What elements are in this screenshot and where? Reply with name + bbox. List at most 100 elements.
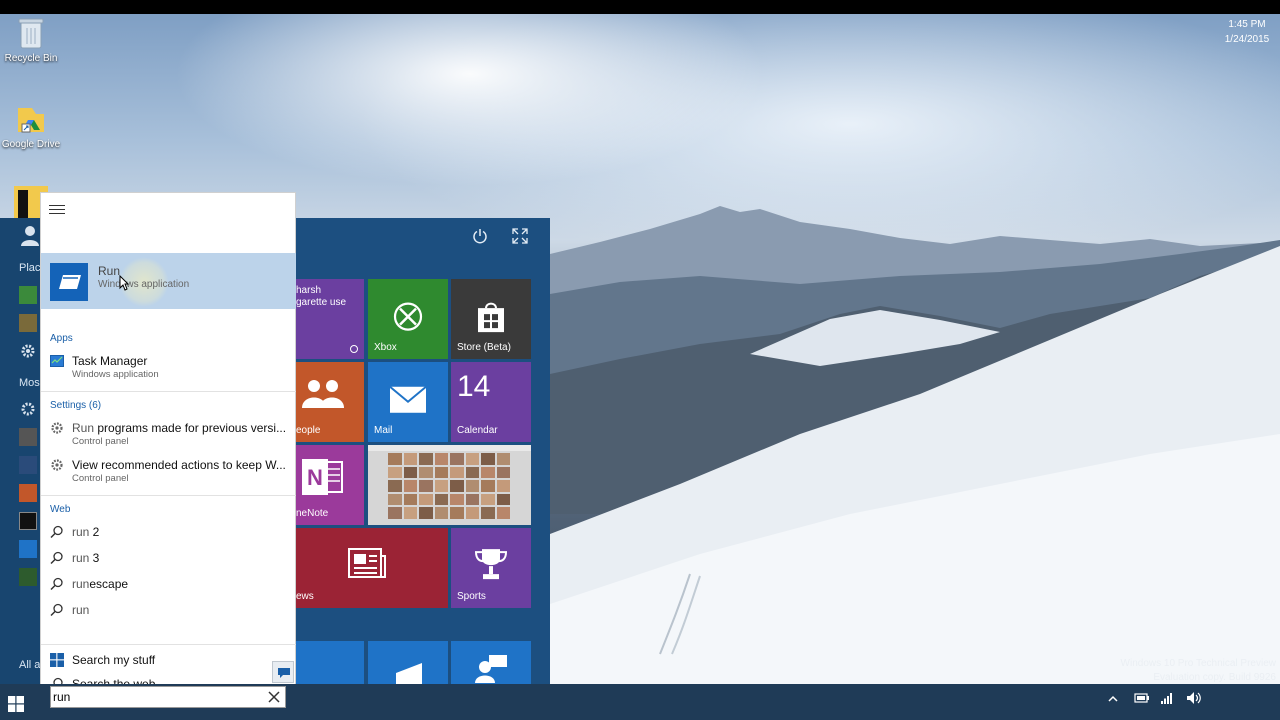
tile-live-text[interactable]: harsh garette use (296, 279, 364, 359)
user-avatar-icon[interactable] (20, 224, 40, 246)
most-used-gear-icon[interactable] (19, 400, 37, 418)
search-results-panel: Run Windows application Apps Task Manage… (40, 192, 296, 691)
tile-xbox[interactable]: Xbox (368, 279, 448, 359)
most-used-item-icon[interactable] (19, 568, 37, 586)
settings-section-header: Settings (6) (50, 400, 102, 411)
tile-onenote-label: neNote (296, 508, 329, 519)
tile-live-text-line1: harsh (296, 285, 322, 296)
setting-1-title-bold: Run (72, 421, 95, 435)
people-icon (302, 380, 344, 408)
taskbar-clock-date[interactable]: 1/24/2015 (1222, 34, 1272, 45)
web-result-run-2[interactable]: run 2 (41, 520, 296, 544)
tile-news[interactable]: ews (296, 528, 448, 608)
clear-search-icon[interactable] (267, 690, 281, 704)
top-letterbox (0, 0, 1280, 14)
tile-xbox-label: Xbox (374, 342, 397, 353)
start-button-icon[interactable] (8, 696, 24, 712)
partial-icon-shape (18, 190, 28, 218)
tile-store-label: Store (Beta) (457, 342, 511, 353)
tile-sports[interactable]: Sports (451, 528, 531, 608)
tile-mail-label: Mail (374, 425, 393, 436)
svg-text:N: N (307, 465, 323, 490)
screen: Recycle Bin Google Drive Plac Mos All a (0, 14, 1280, 720)
tile-bottom-2[interactable] (368, 641, 448, 684)
search-my-stuff-label: Search my stuff (72, 653, 156, 667)
all-apps-label[interactable]: All a (19, 659, 40, 671)
photos-titlebar (368, 445, 531, 451)
tile-calendar[interactable]: 14 Calendar (451, 362, 531, 442)
most-used-item-icon[interactable] (19, 540, 37, 558)
setting-1-title-rest: programs made for previous versi... (94, 421, 287, 435)
onenote-icon: N (302, 459, 343, 495)
search-input[interactable] (53, 689, 253, 705)
most-used-item-icon[interactable] (19, 484, 37, 502)
app-result-task-manager[interactable]: Task Manager Windows application (41, 349, 296, 385)
places-label: Plac (19, 262, 41, 274)
places-item-icon[interactable] (19, 314, 37, 332)
expand-icon[interactable] (512, 228, 528, 244)
setting-result-view-recommended[interactable]: View recommended actions to keep W... Co… (41, 453, 296, 489)
web-2-prefix: run (72, 551, 90, 565)
setting-result-run-programs[interactable]: Run programs made for previous versi... … (41, 416, 296, 452)
web-result-run-3[interactable]: run 3 (41, 546, 296, 570)
best-match-run[interactable]: Run Windows application (41, 253, 296, 309)
task-manager-title: Task Manager (72, 354, 148, 368)
search-icon (50, 577, 63, 591)
tile-mail[interactable]: Mail (368, 362, 448, 442)
taskbar-clock-time[interactable]: 1:45 PM (1222, 19, 1272, 30)
photo-grid (388, 453, 510, 519)
tile-news-label: ews (296, 591, 314, 602)
most-used-label: Mos (19, 377, 40, 389)
feedback-button[interactable] (272, 661, 294, 683)
most-used-item-icon[interactable] (19, 428, 37, 446)
tile-bottom-3[interactable] (451, 641, 531, 684)
tile-people[interactable]: eople (296, 362, 364, 442)
taskbar-search-box[interactable] (50, 686, 286, 708)
watermark-line-1: Windows 10 Pro Technical Preview (1120, 658, 1276, 669)
show-hidden-icons-chevron-up-icon[interactable] (1108, 694, 1118, 704)
setting-2-title: View recommended actions to keep W... (72, 458, 286, 472)
hamburger-menu-icon[interactable] (49, 205, 65, 215)
recycle-bin-label: Recycle Bin (4, 53, 58, 64)
settings-gear-icon[interactable] (19, 342, 37, 360)
feedback-icon (475, 655, 507, 683)
calendar-day-number: 14 (457, 370, 491, 403)
places-item-icon[interactable] (19, 286, 37, 304)
recycle-bin-icon (18, 18, 44, 49)
web-1-prefix: run (72, 525, 90, 539)
best-match-subtitle: Windows application (98, 279, 190, 290)
task-manager-subtitle: Windows application (72, 369, 159, 380)
tile-photos[interactable] (368, 445, 531, 525)
web-1-suffix: 2 (89, 525, 100, 539)
apps-section-header: Apps (50, 333, 73, 344)
volume-icon[interactable] (1186, 691, 1202, 705)
search-icon (50, 551, 63, 565)
divider (41, 495, 296, 496)
mail-envelope-icon (389, 385, 427, 413)
wifi-signal-icon[interactable] (1160, 691, 1174, 705)
web-result-run[interactable]: run (41, 598, 296, 622)
web-2-suffix: 3 (89, 551, 100, 565)
web-result-runescape[interactable]: runescape (41, 572, 296, 596)
desktop-icon-google-drive[interactable]: Google Drive (0, 104, 62, 150)
search-icon (50, 603, 63, 617)
google-drive-label: Google Drive (1, 139, 61, 150)
tile-onenote[interactable]: N neNote (296, 445, 364, 525)
chat-bubble-icon (278, 668, 290, 678)
tile-bottom-1[interactable] (296, 641, 364, 684)
tile-store[interactable]: Store (Beta) (451, 279, 531, 359)
tile-calendar-label: Calendar (457, 425, 498, 436)
sports-trophy-icon (474, 549, 508, 580)
power-icon[interactable] (472, 228, 488, 244)
battery-icon[interactable] (1134, 692, 1150, 704)
most-used-item-icon[interactable] (19, 456, 37, 474)
tile-sports-label: Sports (457, 591, 486, 602)
setting-1-subtitle: Control panel (72, 436, 129, 447)
search-my-stuff-button[interactable]: Search my stuff (41, 648, 296, 672)
divider (41, 391, 296, 392)
settings-gear-icon (51, 459, 63, 471)
command-prompt-icon[interactable] (19, 512, 37, 530)
xbox-icon (393, 302, 423, 331)
google-drive-icon (18, 108, 44, 133)
desktop-icon-recycle-bin[interactable]: Recycle Bin (0, 16, 62, 64)
